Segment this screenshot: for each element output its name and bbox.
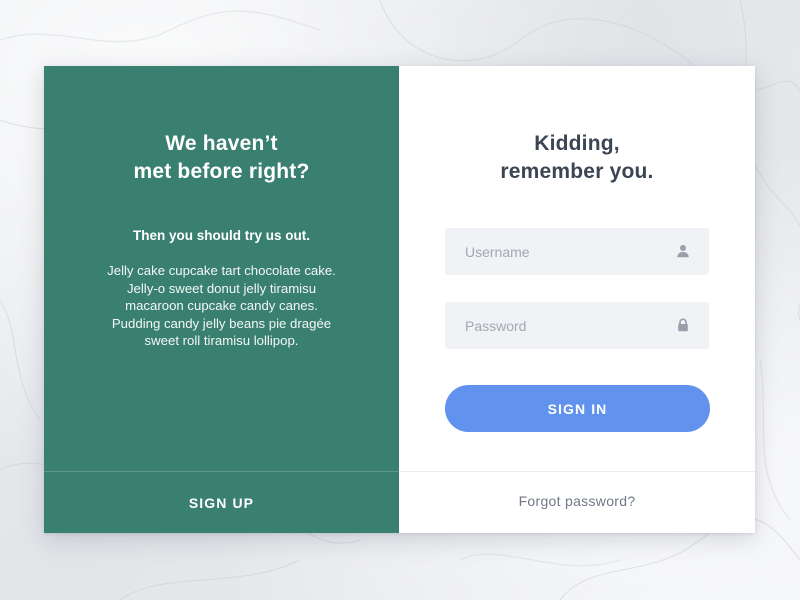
username-input[interactable] — [445, 228, 709, 275]
login-card: We haven’t met before right? Then you sh… — [44, 66, 755, 533]
signin-footer: Forgot password? — [399, 471, 755, 533]
username-field — [445, 228, 709, 275]
signup-panel-content: We haven’t met before right? Then you sh… — [44, 66, 399, 471]
signup-heading-line-1: We haven’t — [165, 132, 278, 155]
forgot-password-link[interactable]: Forgot password? — [519, 493, 636, 509]
signin-heading-line-2: remember you. — [500, 160, 654, 183]
signin-heading-line-1: Kidding, — [534, 132, 620, 155]
signup-panel: We haven’t met before right? Then you sh… — [44, 66, 399, 533]
sign-in-button[interactable]: SIGN IN — [445, 385, 710, 432]
signup-description: Jelly cake cupcake tart chocolate cake. … — [107, 263, 336, 348]
signup-heading-line-2: met before right? — [133, 160, 310, 183]
signin-panel: Kidding, remember you. SIGN IN — [399, 66, 755, 533]
password-input[interactable] — [445, 302, 709, 349]
sign-up-button[interactable]: SIGN UP — [44, 472, 399, 533]
password-field — [445, 302, 709, 349]
user-icon — [676, 244, 690, 258]
lock-icon — [676, 318, 690, 332]
signup-heading: We haven’t met before right? — [44, 130, 399, 186]
signup-subheading: Then you should try us out. — [133, 228, 310, 243]
signup-footer: SIGN UP — [44, 471, 399, 533]
signin-heading: Kidding, remember you. — [399, 130, 755, 186]
